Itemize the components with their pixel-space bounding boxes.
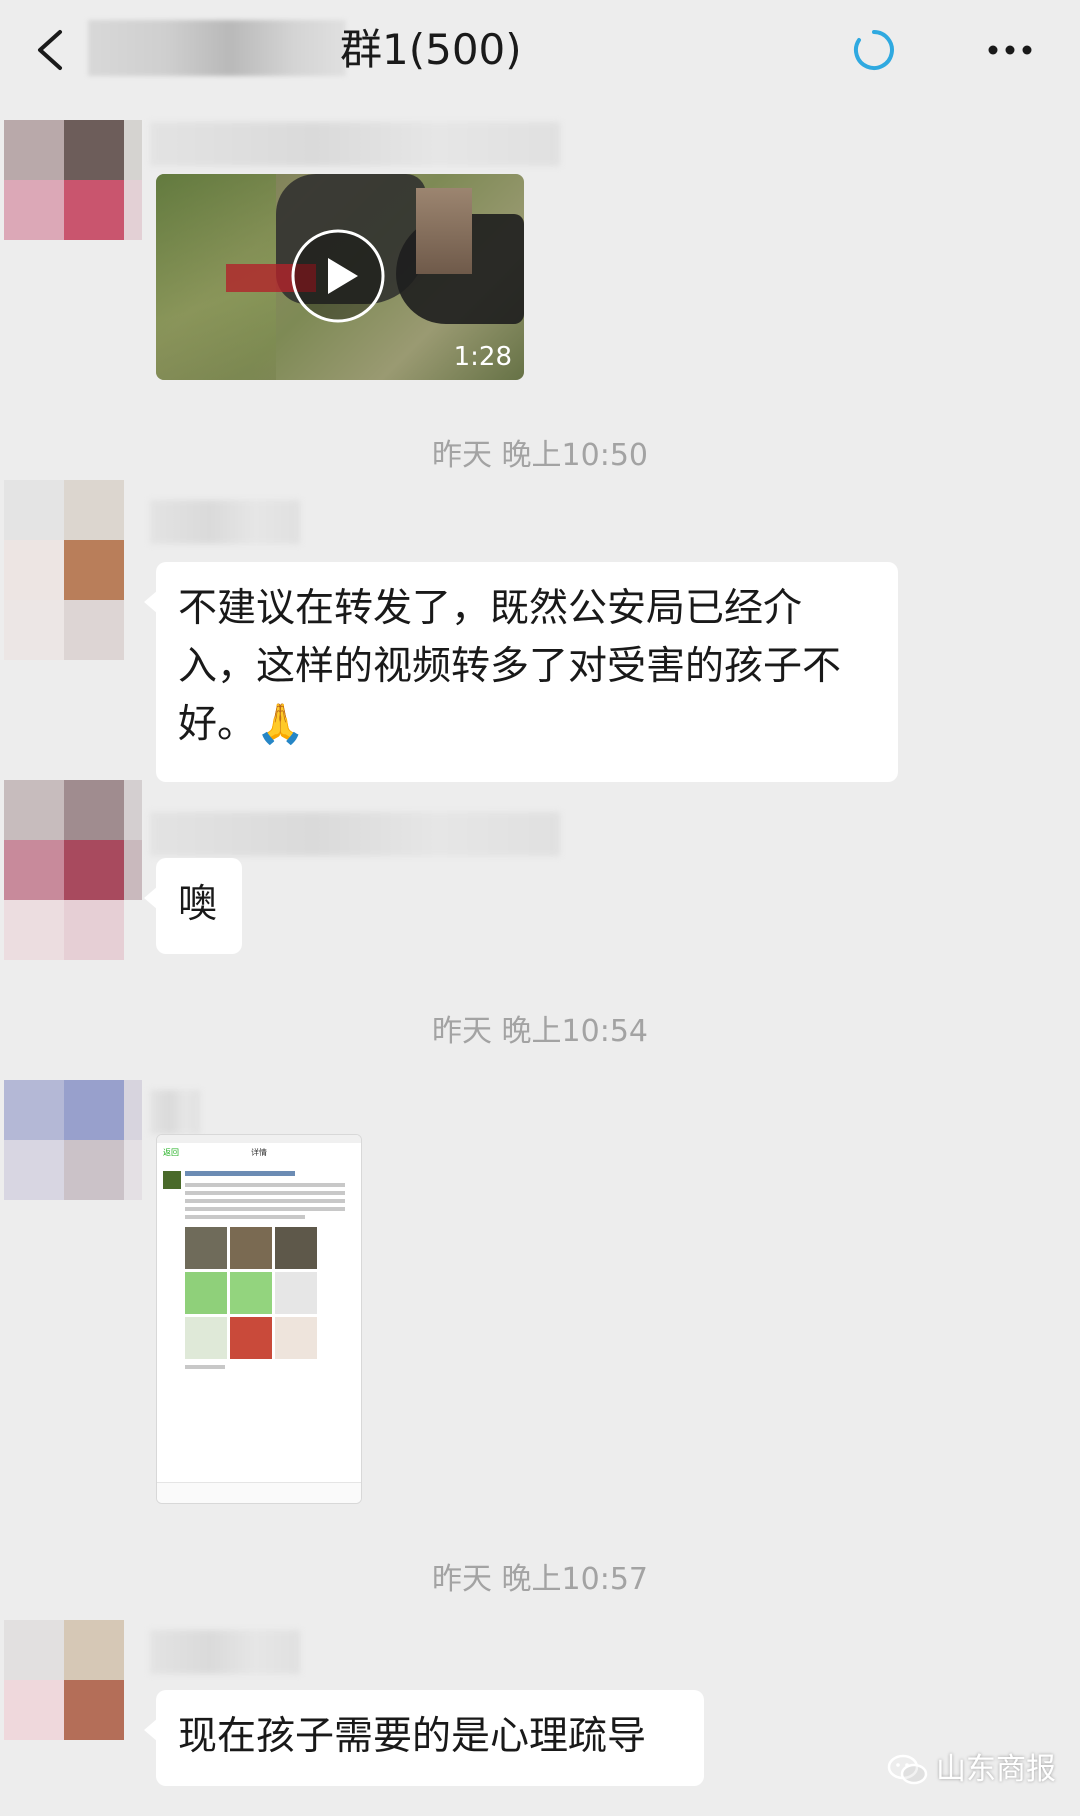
- message-line: 入，这样的视频转多了对受害的孩子不: [178, 644, 842, 689]
- avatar[interactable]: [4, 120, 142, 240]
- more-dots-icon[interactable]: [985, 30, 1035, 70]
- chat-header: 群1(500): [0, 0, 1080, 100]
- video-duration: 1:28: [453, 342, 512, 372]
- avatar[interactable]: [4, 780, 142, 960]
- sender-name-blurred: [150, 122, 560, 166]
- message-line: 噢: [178, 882, 218, 927]
- mini-title: 详情: [251, 1148, 267, 1157]
- loading-ring-icon: [853, 30, 894, 70]
- sender-name-blurred: [150, 812, 560, 856]
- timestamp: 昨天 晚上10:50: [432, 438, 648, 473]
- message-line: 现在孩子需要的是心理疏导: [178, 1714, 647, 1759]
- sender-name-blurred: [150, 500, 300, 544]
- wechat-icon: [887, 1754, 928, 1785]
- timestamp: 昨天 晚上10:54: [432, 1014, 648, 1049]
- message-bubble[interactable]: 现在孩子需要的是心理疏导: [144, 1690, 704, 1786]
- video-message[interactable]: 1:28: [156, 174, 524, 380]
- sender-name-blurred: [150, 1090, 200, 1134]
- message-bubble[interactable]: 不建议在转发了，既然公安局已经介 入，这样的视频转多了对受害的孩子不 好。🙏: [144, 562, 898, 782]
- play-icon[interactable]: [290, 228, 386, 324]
- avatar[interactable]: [4, 1080, 142, 1200]
- sender-name-blurred: [150, 1630, 300, 1674]
- group-name-blurred: [88, 20, 346, 76]
- avatar[interactable]: [4, 480, 142, 660]
- timestamp: 昨天 晚上10:57: [432, 1562, 648, 1597]
- watermark-text: 山东商报: [936, 1752, 1056, 1787]
- message-bubble[interactable]: 噢: [144, 858, 242, 954]
- image-message[interactable]: 返回 详情: [156, 1134, 362, 1504]
- message-line: 不建议在转发了，既然公安局已经介: [178, 586, 803, 631]
- chevron-left-icon[interactable]: [28, 22, 72, 78]
- avatar[interactable]: [4, 1620, 142, 1740]
- group-title: 群1(500): [340, 25, 522, 74]
- message-line: 好。🙏: [178, 702, 305, 747]
- watermark: 山东商报: [886, 1748, 1066, 1792]
